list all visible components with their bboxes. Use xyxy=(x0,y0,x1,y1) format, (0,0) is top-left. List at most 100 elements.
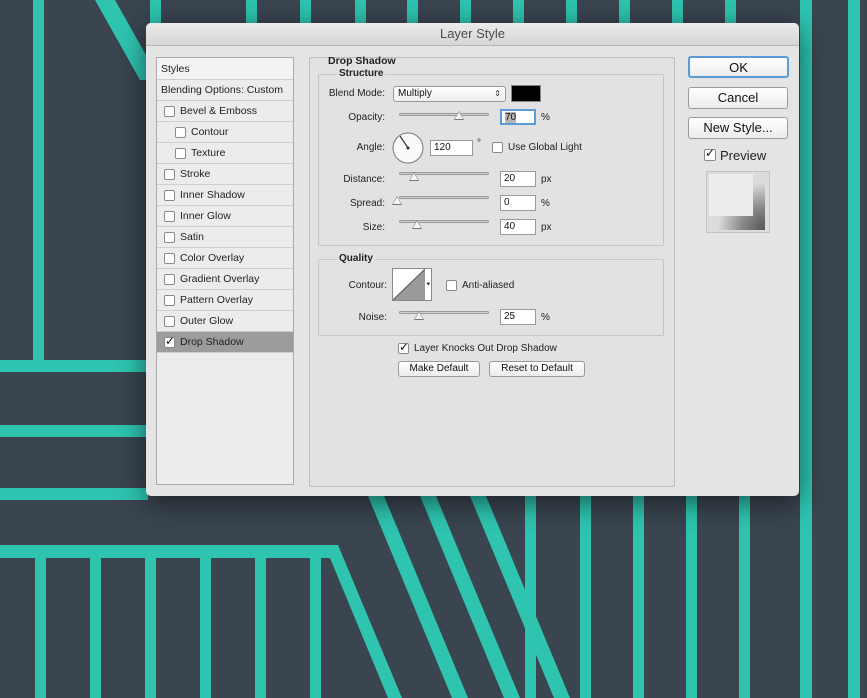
contour-picker[interactable]: ▾ xyxy=(392,268,432,301)
distance-slider-thumb[interactable] xyxy=(409,172,419,181)
size-unit: px xyxy=(541,222,552,233)
style-item-label: Pattern Overlay xyxy=(180,294,253,306)
layer-style-dialog: Layer Style Styles Blending Options: Cus… xyxy=(146,23,799,496)
style-item-contour[interactable]: Contour xyxy=(157,122,293,143)
style-item-checkbox[interactable] xyxy=(164,316,175,327)
distance-input[interactable]: 20 xyxy=(500,171,536,187)
select-arrows-icon: ⇕ xyxy=(494,89,501,98)
ok-button[interactable]: OK xyxy=(688,56,789,78)
noise-unit: % xyxy=(541,312,550,323)
noise-label: Noise: xyxy=(358,312,387,323)
new-style-button[interactable]: New Style... xyxy=(688,117,788,139)
checkmark-icon: ✓ xyxy=(399,340,410,354)
style-item-label: Stroke xyxy=(180,168,211,180)
style-item-checkbox[interactable] xyxy=(164,190,175,201)
preview-checkbox[interactable]: ✓ xyxy=(704,146,716,161)
noise-input[interactable]: 25 xyxy=(500,309,536,325)
cancel-button[interactable]: Cancel xyxy=(688,87,788,109)
style-item-checkbox[interactable] xyxy=(175,148,186,159)
opacity-input[interactable]: 70 xyxy=(500,109,536,125)
style-item-drop-shadow[interactable]: ✓ Drop Shadow xyxy=(157,332,293,353)
checkmark-icon: ✓ xyxy=(705,146,716,160)
angle-value: 120 xyxy=(434,142,451,153)
make-default-button[interactable]: Make Default xyxy=(398,361,480,377)
opacity-value: 70 xyxy=(505,112,517,123)
blending-options-item[interactable]: Blending Options: Custom xyxy=(157,80,293,101)
anti-aliased-label: Anti-aliased xyxy=(462,280,515,291)
structure-title: Structure xyxy=(337,68,386,79)
style-item-checkbox[interactable] xyxy=(164,253,175,264)
contour-linear-icon xyxy=(393,269,425,300)
shadow-color-swatch[interactable] xyxy=(511,85,541,102)
style-item-checkbox[interactable] xyxy=(164,169,175,180)
style-item-checkbox[interactable] xyxy=(175,127,186,138)
angle-input[interactable]: 120 xyxy=(430,140,473,156)
size-label: Size: xyxy=(362,222,385,233)
style-item-outer-glow[interactable]: Outer Glow xyxy=(157,311,293,332)
styles-header-label: Styles xyxy=(161,63,190,75)
opacity-slider-thumb[interactable] xyxy=(454,111,464,120)
reset-to-default-button[interactable]: Reset to Default xyxy=(489,361,585,377)
anti-aliased-checkbox[interactable] xyxy=(446,280,457,291)
style-item-label: Contour xyxy=(191,126,229,138)
blend-mode-label: Blend Mode: xyxy=(328,88,385,99)
preview-label: Preview xyxy=(720,148,767,163)
styles-panel: Styles Blending Options: Custom Bevel & … xyxy=(156,57,294,485)
style-item-label: Outer Glow xyxy=(180,315,234,327)
spread-slider-track[interactable] xyxy=(399,196,489,199)
style-item-stroke[interactable]: Stroke xyxy=(157,164,293,185)
angle-dial[interactable] xyxy=(391,131,425,165)
style-item-satin[interactable]: Satin xyxy=(157,227,293,248)
spread-unit: % xyxy=(541,198,550,209)
angle-unit: ° xyxy=(477,138,481,149)
structure-group: Structure Blend Mode: Multiply ⇕ Opacity… xyxy=(318,68,664,246)
drop-shadow-title: Drop Shadow xyxy=(328,55,396,67)
preview-square xyxy=(709,174,753,216)
style-item-label: Gradient Overlay xyxy=(180,273,260,285)
style-item-checkbox[interactable]: ✓ xyxy=(164,334,176,348)
blend-mode-select[interactable]: Multiply ⇕ xyxy=(393,86,506,102)
distance-value: 20 xyxy=(504,173,516,184)
spread-value: 0 xyxy=(504,197,510,208)
style-item-label: Texture xyxy=(191,147,226,159)
style-item-bevel-emboss[interactable]: Bevel & Emboss xyxy=(157,101,293,122)
dialog-title: Layer Style xyxy=(146,23,799,46)
style-item-inner-shadow[interactable]: Inner Shadow xyxy=(157,185,293,206)
style-item-gradient-overlay[interactable]: Gradient Overlay xyxy=(157,269,293,290)
style-item-inner-glow[interactable]: Inner Glow xyxy=(157,206,293,227)
spread-slider-thumb[interactable] xyxy=(392,196,402,205)
layer-knocks-out-checkbox[interactable]: ✓ xyxy=(398,340,410,354)
style-item-checkbox[interactable] xyxy=(164,274,175,285)
style-item-label: Inner Shadow xyxy=(180,189,245,201)
style-item-color-overlay[interactable]: Color Overlay xyxy=(157,248,293,269)
style-preview-thumbnail xyxy=(706,171,770,233)
style-item-label: Inner Glow xyxy=(180,210,231,222)
style-item-pattern-overlay[interactable]: Pattern Overlay xyxy=(157,290,293,311)
use-global-light-checkbox[interactable] xyxy=(492,142,503,153)
style-item-label: Color Overlay xyxy=(180,252,245,264)
size-input[interactable]: 40 xyxy=(500,219,536,235)
noise-slider-thumb[interactable] xyxy=(414,311,424,320)
spread-input[interactable]: 0 xyxy=(500,195,536,211)
size-value: 40 xyxy=(504,221,516,232)
drop-shadow-panel: Drop Shadow Structure Blend Mode: Multip… xyxy=(309,55,675,487)
opacity-label: Opacity: xyxy=(348,112,385,123)
opacity-unit: % xyxy=(541,112,550,123)
noise-slider-track[interactable] xyxy=(399,311,489,314)
styles-header[interactable]: Styles xyxy=(157,58,293,80)
size-slider-thumb[interactable] xyxy=(412,220,422,229)
spread-label: Spread: xyxy=(349,198,385,209)
contour-label: Contour: xyxy=(348,280,387,291)
style-item-checkbox[interactable] xyxy=(164,211,175,222)
style-item-checkbox[interactable] xyxy=(164,295,175,306)
blend-mode-value: Multiply xyxy=(398,88,432,99)
checkmark-icon: ✓ xyxy=(165,334,176,348)
style-item-checkbox[interactable] xyxy=(164,106,175,117)
style-item-texture[interactable]: Texture xyxy=(157,143,293,164)
opacity-slider-track[interactable] xyxy=(399,113,489,116)
style-item-checkbox[interactable] xyxy=(164,232,175,243)
style-item-label: Bevel & Emboss xyxy=(180,105,258,117)
layer-knocks-out-label: Layer Knocks Out Drop Shadow xyxy=(414,343,557,354)
style-item-label: Satin xyxy=(180,231,204,243)
angle-label: Angle: xyxy=(356,142,385,153)
